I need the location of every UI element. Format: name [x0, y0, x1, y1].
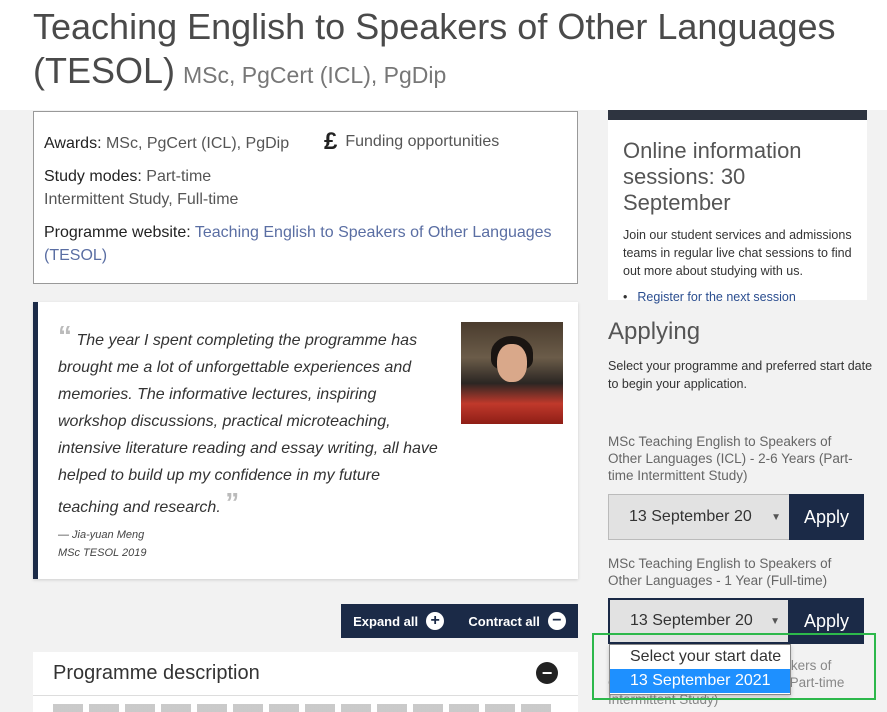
- register-session-link[interactable]: Register for the next session: [637, 290, 795, 304]
- study-modes-value-2: Intermittent Study, Full-time: [44, 191, 239, 208]
- study-modes-value: Part-time: [146, 168, 212, 185]
- study-modes-label: Study modes:: [44, 168, 142, 185]
- online-sessions-title: Online information sessions: 30 Septembe…: [623, 138, 802, 215]
- online-sessions-body: Join our student services and admissions…: [623, 228, 852, 278]
- testimonial-text: The year I spent completing the programm…: [58, 332, 438, 516]
- contract-all-button[interactable]: Contract all −: [468, 612, 566, 630]
- close-quote-icon: ”: [225, 487, 240, 518]
- expand-all-button[interactable]: Expand all +: [353, 612, 445, 630]
- divider: [33, 695, 578, 696]
- website-label: Programme website:: [44, 224, 191, 241]
- online-sessions-box: Online information sessions: 30 Septembe…: [608, 110, 867, 304]
- chevron-down-icon: ▼: [771, 511, 781, 523]
- truncated-text: [53, 704, 553, 712]
- funding-opportunities-link[interactable]: £ Funding opportunities: [324, 128, 499, 156]
- programme-option-label-2: MSc Teaching English to Speakers of Othe…: [608, 556, 832, 588]
- study-modes-row: Study modes: Part-time Intermittent Stud…: [44, 165, 567, 211]
- start-date-select-2[interactable]: 13 September 20 ▼: [608, 598, 790, 644]
- start-date-value-2: 13 September 20: [630, 612, 753, 629]
- plus-icon: +: [426, 612, 445, 630]
- expand-all-label: Expand all: [353, 613, 419, 629]
- minus-icon: −: [547, 612, 566, 630]
- testimonial-author: — Jia-yuan Meng MSc TESOL 2019: [58, 526, 146, 562]
- awards-label: Awards:: [44, 135, 102, 152]
- contract-all-label: Contract all: [468, 613, 540, 629]
- testimonial-text-block: “ The year I spent completing the progra…: [58, 322, 438, 521]
- start-date-select-1[interactable]: 13 September 20 ▼: [608, 494, 790, 540]
- applying-heading: Applying: [608, 318, 701, 345]
- programme-option-label-1: MSc Teaching English to Speakers of Othe…: [608, 434, 853, 483]
- programme-description-section[interactable]: Programme description −: [33, 652, 578, 712]
- chevron-down-icon: ▼: [770, 615, 780, 627]
- expand-contract-bar: Expand all + Contract all −: [341, 604, 578, 638]
- bullet-icon: •: [623, 290, 628, 304]
- programme-info-box: Awards: MSc, PgCert (ICL), PgDip £ Fundi…: [33, 111, 578, 284]
- dropdown-option-13-sept-2021[interactable]: 13 September 2021: [610, 669, 790, 693]
- author-detail: MSc TESOL 2019: [58, 547, 147, 559]
- awards-value: MSc, PgCert (ICL), PgDip: [105, 135, 290, 152]
- page-title-acronym: (TESOL): [33, 50, 176, 91]
- apply-button-2[interactable]: Apply: [789, 598, 864, 644]
- page-header: Teaching English to Speakers of Other La…: [0, 0, 887, 110]
- dropdown-option-placeholder[interactable]: Select your start date: [610, 645, 790, 669]
- start-date-value-1: 13 September 20: [629, 508, 752, 525]
- page-title: Teaching English to Speakers of Other La…: [33, 6, 836, 47]
- applying-intro: Select your programme and preferred star…: [608, 359, 873, 391]
- programme-description-heading: Programme description: [53, 662, 260, 684]
- start-date-dropdown[interactable]: Select your start date 13 September 2021: [609, 644, 791, 695]
- funding-label: Funding opportunities: [345, 133, 500, 150]
- page-subtitle-awards: MSc, PgCert (ICL), PgDip: [183, 62, 447, 88]
- testimonial: “ The year I spent completing the progra…: [33, 302, 578, 579]
- pound-icon: £: [324, 128, 338, 155]
- author-name: — Jia-yuan Meng: [58, 529, 145, 541]
- collapse-icon[interactable]: −: [536, 662, 558, 684]
- testimonial-photo: [461, 322, 563, 424]
- open-quote-icon: “: [58, 320, 72, 351]
- page-title-line2: (TESOL) MSc, PgCert (ICL), PgDip: [33, 50, 446, 92]
- online-sessions-list-item: • Register for the next session: [623, 290, 852, 304]
- apply-button-1[interactable]: Apply: [789, 494, 864, 540]
- website-row: Programme website: Teaching English to S…: [44, 221, 567, 267]
